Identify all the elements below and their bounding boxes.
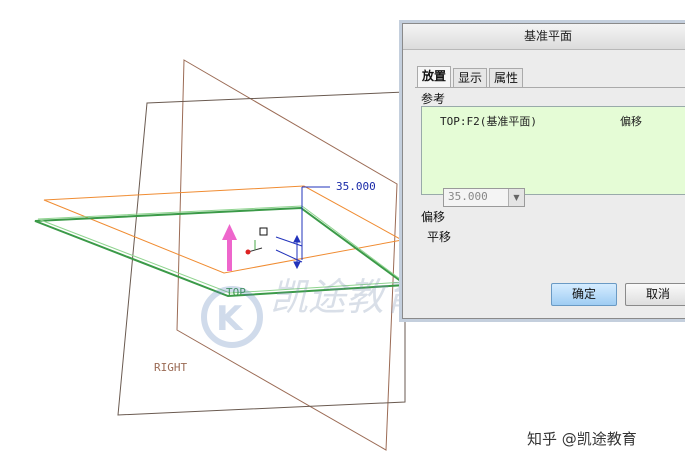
direction-arrow-icon[interactable] [222, 224, 237, 271]
reference-name: TOP:F2(基准平面) [440, 115, 537, 128]
ok-button[interactable]: 确定 [551, 283, 617, 306]
svg-text:K: K [216, 299, 244, 339]
references-list[interactable]: TOP:F2(基准平面) 偏移 [421, 106, 685, 195]
cancel-button[interactable]: 取消 [625, 283, 685, 306]
placement-panel: 参考 TOP:F2(基准平面) 偏移 偏移 平移 [415, 87, 685, 254]
footer-watermark: 知乎 @凯途教育 [527, 430, 637, 448]
tab-placement[interactable]: 放置 [417, 66, 452, 87]
dialog-title[interactable]: 基准平面 [403, 24, 685, 50]
reference-constraint[interactable]: 偏移 [620, 113, 642, 129]
dropdown-arrow-icon[interactable]: ▼ [508, 189, 524, 206]
drag-handle[interactable] [259, 227, 268, 236]
translate-value: 35.000 [448, 190, 488, 203]
tab-properties[interactable]: 属性 [489, 68, 524, 87]
references-label: 参考 [421, 92, 446, 106]
translate-value-field[interactable]: 35.000 ▼ [443, 188, 525, 207]
offset-section-label: 偏移 [421, 210, 446, 224]
reference-row[interactable]: TOP:F2(基准平面) 偏移 [440, 113, 670, 129]
csys-icon [245, 240, 263, 255]
datum-plane-dialog: 基准平面 放置 显示 属性 参考 TOP:F2(基准平面) 偏移 偏移 平移 3… [402, 23, 685, 319]
right-plane-label: RIGHT [154, 361, 187, 374]
tab-display[interactable]: 显示 [453, 68, 488, 87]
offset-dimension[interactable] [275, 186, 330, 270]
offset-datum-plane[interactable] [43, 185, 404, 274]
dialog-tabs: 放置 显示 属性 [417, 66, 525, 88]
translate-label: 平移 [427, 230, 452, 244]
dimension-value[interactable]: 35.000 [336, 180, 376, 193]
